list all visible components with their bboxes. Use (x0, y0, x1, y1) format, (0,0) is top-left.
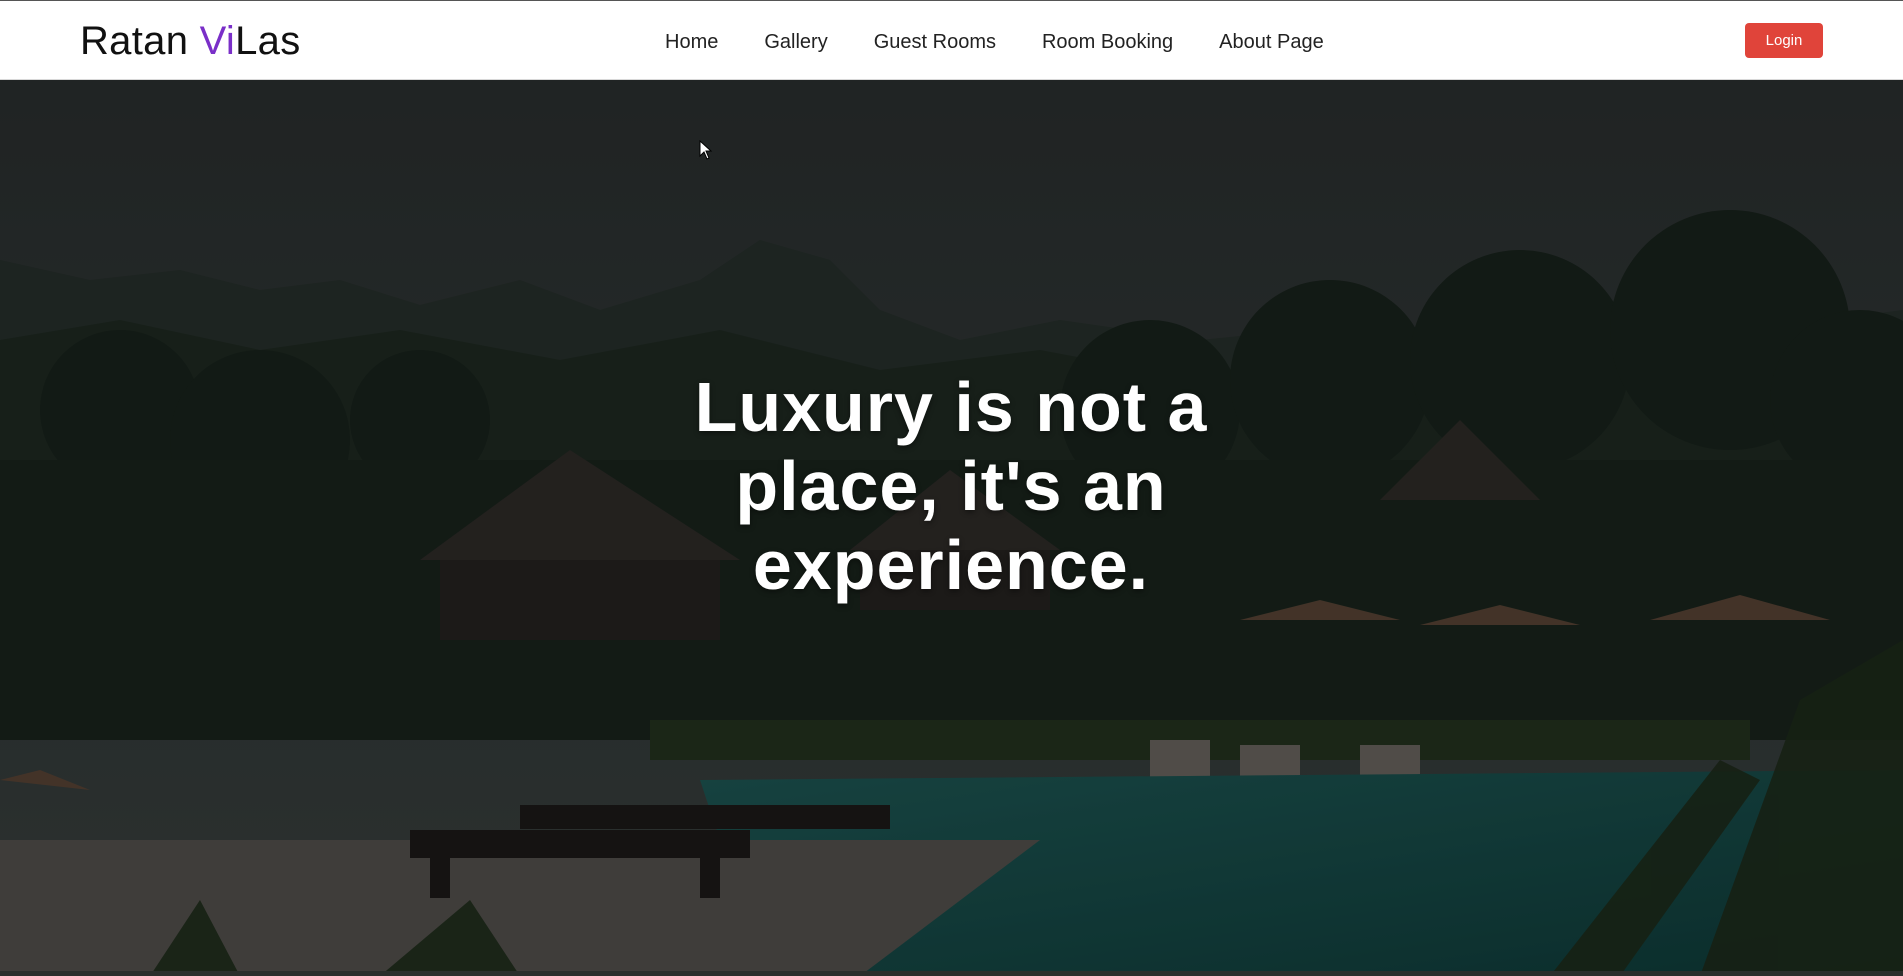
nav-link-home[interactable]: Home (665, 29, 718, 55)
bottom-edge (0, 971, 1903, 976)
nav-link-room-booking[interactable]: Room Booking (1042, 29, 1173, 55)
login-button[interactable]: Login (1745, 23, 1823, 58)
nav-link-about-page[interactable]: About Page (1219, 29, 1324, 55)
main-nav: Home Gallery Guest Rooms Room Booking Ab… (665, 29, 1370, 55)
mouse-pointer-icon (699, 140, 713, 160)
hero-headline: Luxury is not a place, it's an experienc… (694, 368, 1208, 604)
navbar: Ratan ViLas Home Gallery Guest Rooms Roo… (0, 0, 1903, 80)
nav-link-gallery[interactable]: Gallery (764, 29, 827, 55)
nav-link-guest-rooms[interactable]: Guest Rooms (874, 29, 996, 55)
hero-section: Luxury is not a place, it's an experienc… (0, 80, 1903, 976)
brand-text-part1: Ratan (80, 19, 200, 63)
brand-text-part2: Las (235, 19, 301, 63)
brand-logo[interactable]: Ratan ViLas (80, 19, 301, 63)
brand-text-accent: Vi (199, 19, 236, 63)
